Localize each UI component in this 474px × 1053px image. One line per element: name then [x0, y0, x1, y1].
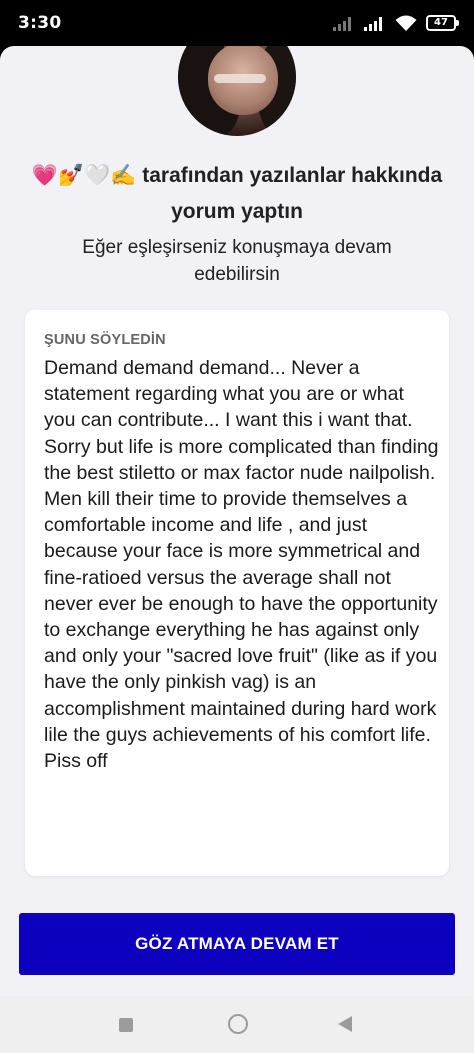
signal-icon [333, 17, 351, 31]
emoji-name: 💗💅🤍✍️ [31, 164, 137, 187]
status-icons: 47 [333, 12, 459, 34]
page-title: 💗💅🤍✍️ tarafından yazılanlar hakkında yor… [30, 158, 444, 230]
battery-icon: 47 [426, 15, 459, 31]
back-icon[interactable] [338, 1016, 352, 1032]
status-bar: 3:30 47 [0, 0, 474, 46]
comment-text: Demand demand demand... Never a statemen… [44, 357, 439, 773]
battery-level: 47 [434, 17, 448, 28]
title-text: tarafından yazılanlar hakkında yorum yap… [136, 164, 443, 223]
avatar [178, 46, 296, 136]
navigation-bar [0, 996, 474, 1053]
card-label: ŞUNU SÖYLEDİN [44, 332, 166, 348]
wifi-icon [395, 15, 417, 31]
comment-card: ŞUNU SÖYLEDİN Demand demand demand... Ne… [25, 310, 449, 876]
recent-apps-icon[interactable] [119, 1018, 133, 1032]
signal-icon [364, 17, 382, 31]
status-time: 3:30 [18, 13, 62, 33]
continue-browsing-button[interactable]: GÖZ ATMAYA DEVAM ET [19, 913, 455, 975]
match-sheet: 💗💅🤍✍️ tarafından yazılanlar hakkında yor… [0, 46, 474, 996]
subtitle: Eğer eşleşirseniz konuşmaya devam edebil… [82, 237, 392, 285]
home-icon[interactable] [228, 1014, 248, 1034]
